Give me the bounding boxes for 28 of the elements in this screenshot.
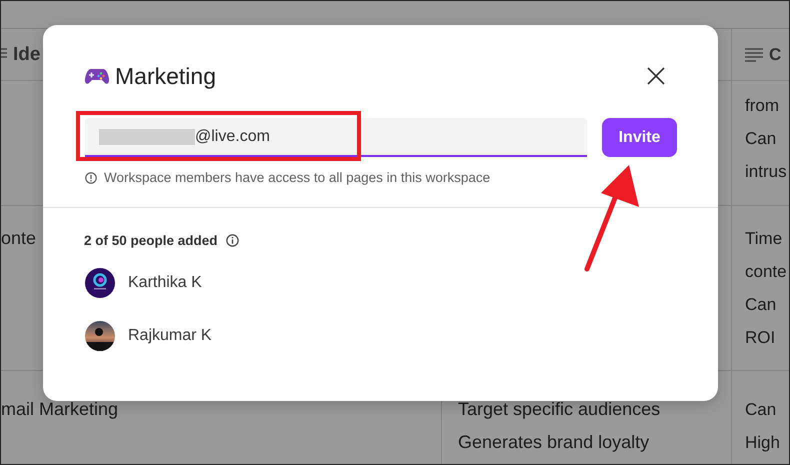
cell-text: High <box>745 432 780 454</box>
avatar <box>85 320 115 350</box>
cell-text: ROI <box>745 327 776 349</box>
cell-text: conte <box>745 261 787 283</box>
cell-text: onte <box>1 227 36 250</box>
cell-text: Can <box>745 128 776 150</box>
hint-text: Workspace members have access to all pages in this workspace <box>104 170 490 185</box>
member-name: Rajkumar K <box>128 326 212 344</box>
cell-text: Generates brand loyalty <box>458 431 650 454</box>
member-name: Karthika K <box>128 274 202 292</box>
gamepad-icon <box>85 66 109 86</box>
cell-text: from <box>745 95 779 117</box>
email-field[interactable]: @live.com <box>85 118 587 157</box>
info-icon[interactable] <box>226 234 239 247</box>
cell-text: Can <box>745 399 776 421</box>
cell-text: Can <box>745 294 776 316</box>
column-header: Ide <box>13 44 40 66</box>
cell-text: intrus <box>745 161 787 183</box>
cell-text: Target specific audiences <box>458 398 660 421</box>
text-lines-icon <box>745 48 763 62</box>
info-icon <box>85 172 97 184</box>
invite-button[interactable]: Invite <box>602 118 677 157</box>
cell-text: mail Marketing <box>1 398 118 421</box>
people-count: 2 of 50 people added <box>84 233 218 248</box>
dialog-title: Marketing <box>115 62 216 90</box>
cell-text: Time <box>745 228 782 250</box>
column-header: C <box>769 44 782 64</box>
avatar <box>85 268 115 298</box>
